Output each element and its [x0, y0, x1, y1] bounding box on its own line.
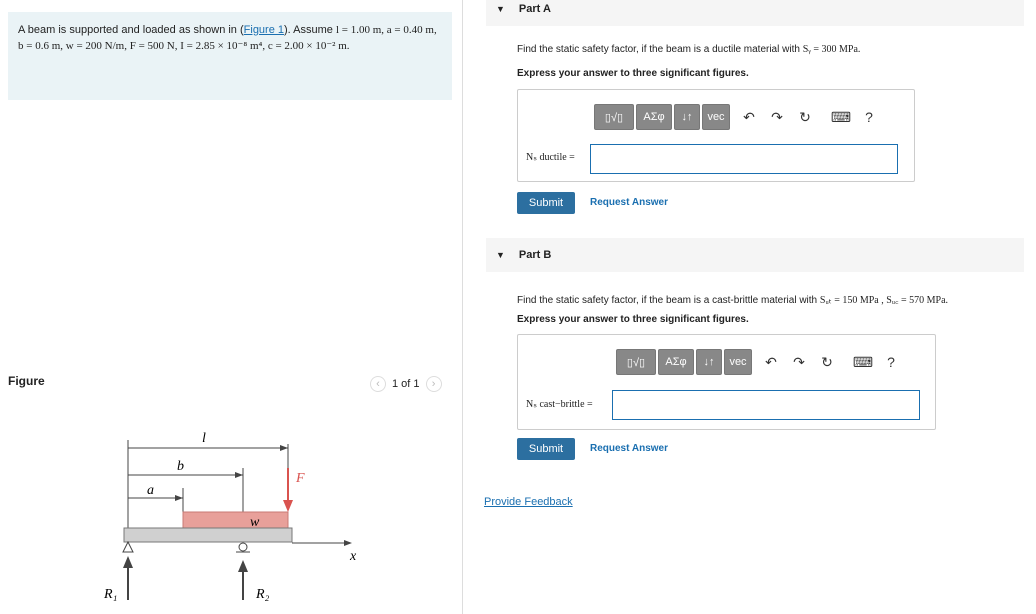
- l-arrowhead: [280, 445, 288, 451]
- x-arrowhead: [344, 540, 352, 546]
- r2-arrowhead: [238, 560, 248, 572]
- a-label: a: [147, 483, 154, 498]
- r1-label: R₁: [103, 587, 117, 602]
- given-values-line1: l = 1.00 m, a = 0.40 m,: [335, 24, 437, 36]
- pager-text: 1 of 1: [392, 378, 420, 390]
- part-a-header[interactable]: ▼ Part A: [486, 0, 1024, 26]
- b-arrowhead: [235, 472, 243, 478]
- part-b-answer-label: Nₛ cast−brittle =: [526, 399, 593, 410]
- collapse-icon: ▼: [496, 250, 505, 260]
- provide-feedback-link[interactable]: Provide Feedback: [484, 496, 573, 508]
- force-f-arrowhead: [283, 500, 293, 512]
- part-a-toolbar: ▯√▯ ΑΣφ ↓↑ vec ↶ ↷ ↻ ⌨ ?: [594, 104, 880, 130]
- part-b-title: Part B: [518, 249, 552, 261]
- problem-statement: A beam is supported and loaded as shown …: [8, 12, 452, 100]
- keyboard-icon[interactable]: ⌨: [830, 106, 852, 128]
- arrows-button[interactable]: ↓↑: [696, 349, 722, 375]
- after-link-text: ). Assume: [284, 24, 336, 36]
- f-label: F: [295, 471, 305, 486]
- part-a-request-answer-link[interactable]: Request Answer: [590, 197, 668, 208]
- greek-button[interactable]: ΑΣφ: [658, 349, 694, 375]
- r2-label: R₂: [255, 587, 270, 602]
- part-a-instruction: Express your answer to three significant…: [517, 68, 749, 79]
- prev-figure-button[interactable]: ‹: [370, 376, 386, 392]
- help-icon[interactable]: ?: [880, 351, 902, 373]
- arrows-button[interactable]: ↓↑: [674, 104, 700, 130]
- part-a-question: Find the static safety factor, if the be…: [517, 44, 860, 55]
- part-a-submit-button[interactable]: Submit: [517, 192, 575, 214]
- reset-icon[interactable]: ↻: [816, 351, 838, 373]
- part-b-question-math: Sᵤₜ = 150 MPa , Sᵤ꜀ = 570 MPa.: [819, 295, 949, 306]
- help-icon[interactable]: ?: [858, 106, 880, 128]
- beam: [123, 527, 293, 543]
- pane-divider: [462, 0, 463, 614]
- part-b-question: Find the static safety factor, if the be…: [517, 292, 948, 306]
- given-values-line2: b = 0.6 m, w = 200 N/m, F = 500 N, I = 2…: [18, 40, 350, 52]
- x-label: x: [349, 549, 357, 564]
- redo-icon[interactable]: ↷: [788, 351, 810, 373]
- b-label: b: [177, 459, 184, 474]
- part-b-answer-box: ▯√▯ ΑΣφ ↓↑ vec ↶ ↷ ↻ ⌨ ? Nₛ cast−brittle…: [517, 334, 936, 430]
- part-b-answer-input[interactable]: [612, 390, 920, 420]
- keyboard-icon[interactable]: ⌨: [852, 351, 874, 373]
- part-b-question-text: Find the static safety factor, if the be…: [517, 295, 820, 306]
- part-b-request-answer-link[interactable]: Request Answer: [590, 443, 668, 454]
- templates-button[interactable]: ▯√▯: [594, 104, 634, 130]
- collapse-icon: ▼: [496, 4, 505, 14]
- figure-pager: ‹ 1 of 1 ›: [370, 376, 442, 392]
- beam-figure: l b a w F x R₁ R₂: [103, 431, 357, 602]
- pin-support: [122, 540, 134, 553]
- part-b-toolbar: ▯√▯ ΑΣφ ↓↑ vec ↶ ↷ ↻ ⌨ ?: [616, 349, 902, 375]
- undo-icon[interactable]: ↶: [760, 351, 782, 373]
- part-a-question-text: Find the static safety factor, if the be…: [517, 44, 803, 55]
- vec-button[interactable]: vec: [724, 349, 752, 375]
- intro-text: A beam is supported and loaded as shown …: [18, 24, 244, 36]
- r1-arrowhead: [123, 556, 133, 568]
- part-b-submit-button[interactable]: Submit: [517, 438, 575, 460]
- undo-icon[interactable]: ↶: [738, 106, 760, 128]
- figure-link[interactable]: Figure 1: [244, 24, 284, 36]
- templates-button[interactable]: ▯√▯: [616, 349, 656, 375]
- greek-button[interactable]: ΑΣφ: [636, 104, 672, 130]
- a-arrowhead: [175, 495, 183, 501]
- part-a-title: Part A: [518, 3, 551, 15]
- part-b-header[interactable]: ▼ Part B: [486, 238, 1024, 272]
- part-a-answer-label: Nₛ ductile =: [526, 152, 575, 163]
- distributed-load: [182, 511, 289, 529]
- redo-icon[interactable]: ↷: [766, 106, 788, 128]
- next-figure-button[interactable]: ›: [425, 376, 442, 392]
- roller-support: [238, 542, 248, 552]
- part-a-answer-input[interactable]: [590, 144, 898, 174]
- vec-button[interactable]: vec: [702, 104, 730, 130]
- part-a-answer-box: ▯√▯ ΑΣφ ↓↑ vec ↶ ↷ ↻ ⌨ ? Nₛ ductile =: [517, 89, 915, 182]
- reset-icon[interactable]: ↻: [794, 106, 816, 128]
- figure-heading: Figure: [8, 374, 45, 388]
- part-b-instruction: Express your answer to three significant…: [517, 314, 749, 325]
- part-a-question-math: Sᵧ = 300 MPa.: [802, 44, 861, 55]
- l-label: l: [202, 431, 206, 446]
